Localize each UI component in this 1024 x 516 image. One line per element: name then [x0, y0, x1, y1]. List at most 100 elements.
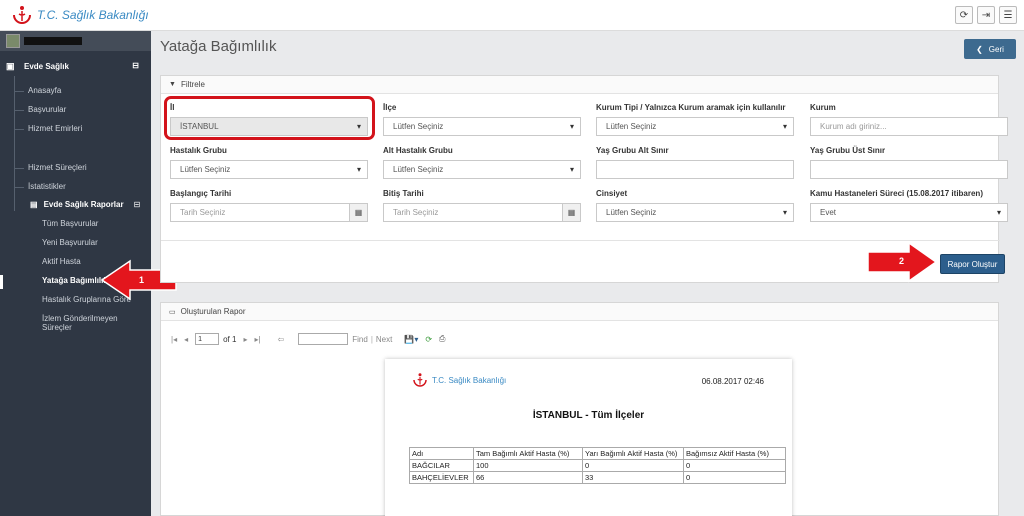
- refresh-button[interactable]: ⟳: [955, 6, 973, 24]
- report-logo: T.C. Sağlık Bakanlığı: [411, 371, 506, 389]
- top-bar: T.C. Sağlık Bakanlığı ⟳ ⇥ ☰: [0, 0, 1024, 31]
- menu-button[interactable]: ☰: [999, 6, 1017, 24]
- find-input[interactable]: [298, 333, 349, 345]
- annotation-step-2: 2: [899, 256, 905, 266]
- last-page-icon[interactable]: ▸|: [254, 335, 260, 344]
- clipboard-icon: ▣: [6, 60, 15, 71]
- report-title: İSTANBUL - Tüm İlçeler: [532, 410, 645, 421]
- table-cell: 66: [473, 471, 583, 484]
- column-header: Bağımsız Aktif Hasta (%): [683, 447, 786, 460]
- sidebar-item-tum-basvurular[interactable]: Tüm Başvurular: [42, 219, 98, 228]
- sidebar-item-hizmet-surecleri[interactable]: Hizmet Süreçleri: [14, 163, 87, 172]
- collapse-icon[interactable]: ⊟: [134, 200, 141, 209]
- first-page-icon[interactable]: |◂: [171, 335, 177, 344]
- logout-button[interactable]: ⇥: [977, 6, 995, 24]
- sidebar-item-anasayfa[interactable]: Anasayfa: [13, 86, 61, 95]
- prev-page-icon[interactable]: ◂: [184, 335, 188, 344]
- tree-line: [14, 76, 15, 211]
- table-cell: 0: [683, 459, 786, 472]
- bitis-date-input[interactable]: Tarih Seçiniz ▦: [383, 203, 581, 222]
- table-cell: 33: [582, 471, 684, 484]
- collapse-icon[interactable]: ⊟: [132, 61, 139, 70]
- hastalik-grubu-select[interactable]: Lütfen Seçiniz: [170, 160, 368, 179]
- report-table: Adı Tam Bağımlı Aktif Hasta (%) Yarı Bağ…: [409, 447, 786, 484]
- rapor-olustur-button[interactable]: Rapor Oluştur: [940, 254, 1005, 274]
- refresh-icon[interactable]: ⟳: [425, 335, 432, 344]
- kamu-label-date: (15.08.2017 itibaren): [906, 189, 983, 198]
- column-header: Adı: [409, 447, 474, 460]
- report-date: 06.08.2017 02:46: [701, 377, 764, 386]
- print-icon[interactable]: ⎙: [439, 334, 445, 344]
- document-icon: ▭: [169, 308, 176, 316]
- sidebar-item-izlem-gonderilmeyen-line2[interactable]: Süreçler: [42, 323, 72, 332]
- table-cell: 100: [473, 459, 583, 472]
- page-number-input[interactable]: 1: [195, 333, 220, 345]
- report-page: T.C. Sağlık Bakanlığı 06.08.2017 02:46 İ…: [385, 359, 792, 516]
- cinsiyet-select[interactable]: Lütfen Seçiniz: [596, 203, 794, 222]
- filter-panel-title: Filtrele: [180, 80, 205, 89]
- brand-name: T.C. Sağlık Bakanlığı: [37, 8, 149, 22]
- highlight-box: [164, 96, 375, 140]
- sidebar-item-yataga-bagimlilik[interactable]: Yatağa Bağımlılık: [42, 276, 108, 285]
- report-panel-title: Oluşturulan Rapor: [180, 307, 246, 316]
- avatar: [6, 34, 20, 48]
- calendar-icon[interactable]: ▦: [562, 204, 580, 221]
- sidebar-item-istatistikler[interactable]: İstatistikler: [14, 182, 66, 191]
- refresh-icon: ⟳: [959, 9, 969, 21]
- main-content: Yatağa Bağımlılık ❮ Geri ▼ Filtrele İl İ…: [151, 31, 1024, 516]
- table-cell: 0: [683, 471, 786, 484]
- alt-hastalik-grubu-select[interactable]: Lütfen Seçiniz: [383, 160, 581, 179]
- ministry-logo-icon: [413, 373, 427, 387]
- sidebar-section-evde-saglik[interactable]: ▣ Evde Sağlık ⊟: [0, 58, 151, 74]
- user-row[interactable]: [0, 31, 151, 51]
- kurum-tipi-select[interactable]: Lütfen Seçiniz: [596, 117, 794, 136]
- brand-logo[interactable]: T.C. Sağlık Bakanlığı: [10, 3, 149, 27]
- back-to-parent-icon[interactable]: ⇦: [278, 335, 285, 344]
- column-header: Yarı Bağımlı Aktif Hasta (%): [582, 447, 684, 460]
- baslangic-label: Başlangıç Tarihi: [170, 189, 232, 198]
- list-icon: ▤: [30, 200, 38, 209]
- report-toolbar: |◂ ◂ 1 of 1 ▸ ▸| ⇦ Find | Next 💾▾ ⟳ ⎙: [171, 331, 452, 347]
- sidebar-item-basvurular[interactable]: Başvurular: [13, 105, 66, 114]
- kamu-select[interactable]: Evet: [810, 203, 1008, 222]
- sidebar-item-yeni-basvurular[interactable]: Yeni Başvurular: [42, 238, 98, 247]
- find-separator: |: [370, 334, 373, 344]
- find-link[interactable]: Find: [352, 335, 368, 344]
- next-link[interactable]: Next: [376, 335, 392, 344]
- yas-ust-label: Yaş Grubu Üst Sınır: [810, 146, 886, 155]
- sidebar-group-raporlar[interactable]: ▤ Evde Sağlık Raporlar ⊟: [30, 200, 140, 209]
- sidebar-item-hizmet-emirleri[interactable]: Hizmet Emirleri: [13, 124, 82, 133]
- next-page-icon[interactable]: ▸: [243, 335, 247, 344]
- export-icon[interactable]: 💾▾: [404, 335, 418, 344]
- report-logo-text: T.C. Sağlık Bakanlığı: [432, 375, 507, 385]
- table-cell: 0: [582, 459, 684, 472]
- report-panel-header: ▭ Oluşturulan Rapor: [161, 303, 998, 321]
- kurum-tipi-label: Kurum Tipi / Yalnızca Kurum aramak için …: [596, 103, 786, 112]
- sidebar-item-izlem-gonderilmeyen[interactable]: İzlem Gönderilmeyen: [42, 314, 118, 323]
- page-count: of 1: [223, 334, 237, 344]
- report-panel: ▭ Oluşturulan Rapor |◂ ◂ 1 of 1 ▸ ▸| ⇦ F…: [160, 302, 999, 516]
- hastalik-grubu-label: Hastalık Grubu: [170, 146, 227, 155]
- baslangic-placeholder: Tarih Seçiniz: [180, 208, 226, 217]
- ilce-label: İlçe: [383, 103, 397, 112]
- filter-panel-header: ▼ Filtrele: [161, 76, 998, 94]
- yas-alt-input[interactable]: [596, 160, 794, 179]
- kurum-input[interactable]: Kurum adı giriniz...: [810, 117, 1008, 136]
- baslangic-date-input[interactable]: Tarih Seçiniz ▦: [170, 203, 368, 222]
- chevron-left-icon: ❮: [976, 44, 983, 54]
- back-button[interactable]: ❮ Geri: [964, 39, 1016, 59]
- table-row: BAĞCILAR 100 0 0: [409, 459, 786, 472]
- annotation-step-1: 1: [139, 275, 145, 285]
- ilce-select[interactable]: Lütfen Seçiniz: [383, 117, 581, 136]
- calendar-icon[interactable]: ▦: [349, 204, 367, 221]
- sidebar-section-label: Evde Sağlık: [24, 61, 69, 71]
- cinsiyet-label: Cinsiyet: [596, 189, 628, 198]
- back-button-label: Geri: [988, 44, 1004, 54]
- sidebar-item-aktif-hasta[interactable]: Aktif Hasta: [42, 257, 81, 266]
- username-redacted: [24, 37, 82, 45]
- column-header: Tam Bağımlı Aktif Hasta (%): [473, 447, 583, 460]
- logout-icon: ⇥: [981, 9, 991, 21]
- filter-icon: ▼: [169, 81, 176, 88]
- kamu-label: Kamu Hastaneleri Süreci (15.08.2017 itib…: [810, 189, 983, 198]
- yas-ust-input[interactable]: [810, 160, 1008, 179]
